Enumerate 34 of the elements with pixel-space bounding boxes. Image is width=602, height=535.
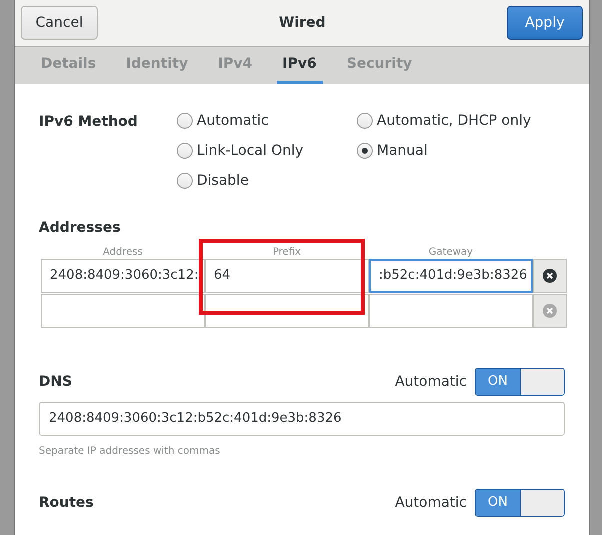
field-value: 2408:8409:3060:3c12: [50, 267, 199, 286]
toggle-switch[interactable]: ON [475, 489, 565, 517]
tab[interactable]: Identity [120, 47, 194, 84]
cancel-button[interactable]: Cancel [21, 6, 98, 40]
radio-label: Automatic [197, 112, 269, 130]
hint-text: Separate IP addresses with commas [39, 445, 222, 459]
automatic-label: Automatic [395, 372, 467, 392]
input-field[interactable]: 64 [205, 259, 369, 293]
column-header: Prefix [272, 246, 302, 259]
field-value: :b52c:401d:9e3b:8326 [379, 267, 528, 286]
section-title: Routes [39, 494, 94, 512]
window-title: Wired [279, 14, 326, 32]
switch-label: ON [476, 369, 520, 395]
automatic-label: Automatic [395, 494, 467, 512]
field-value: 64 [214, 267, 231, 286]
section-label: IPv6 Method [39, 113, 139, 132]
tab[interactable]: IPv4 [212, 47, 259, 84]
switch-label: ON [476, 490, 520, 516]
tab[interactable]: IPv6 [276, 47, 323, 84]
toggle-switch[interactable]: ON [475, 368, 565, 396]
radio-label: Disable [197, 172, 249, 190]
input-field[interactable]: 2408:8409:3060:3c12:b52c:401d:9e3b:8326 [39, 402, 565, 436]
input-field[interactable]: 2408:8409:3060:3c12: [41, 259, 205, 293]
section-title: Addresses [39, 219, 122, 238]
apply-button[interactable]: Apply [506, 6, 583, 40]
tab[interactable]: Details [35, 47, 102, 84]
tab[interactable]: Security [340, 47, 418, 84]
radio-label: Automatic, DHCP only [377, 112, 532, 130]
radio-label: Manual [377, 142, 428, 160]
column-header: Gateway [428, 246, 474, 259]
column-header: Address [102, 246, 144, 259]
radio-label: Link-Local Only [197, 142, 304, 160]
input-field[interactable]: :b52c:401d:9e3b:8326 [369, 259, 533, 293]
section-title: DNS [39, 372, 72, 392]
